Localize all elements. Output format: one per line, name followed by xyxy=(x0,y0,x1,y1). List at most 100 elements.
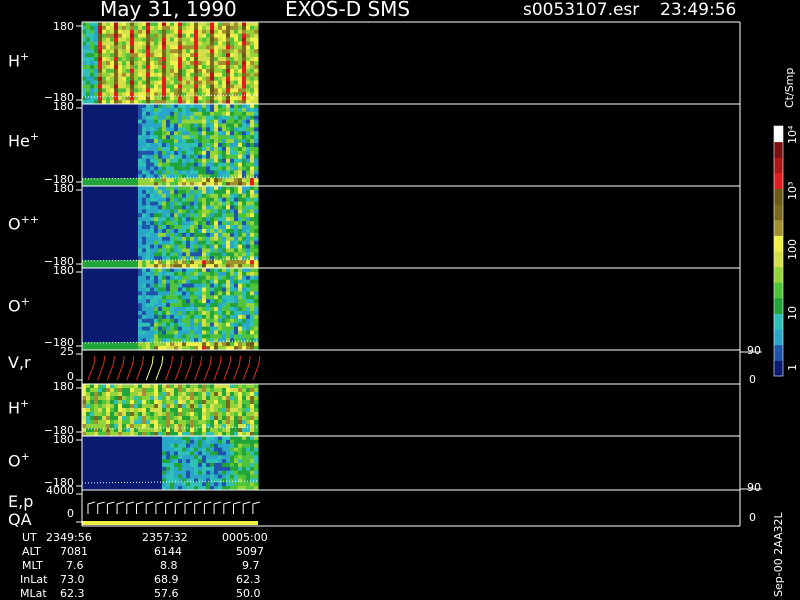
spectrogram-cell-5 xyxy=(98,384,103,389)
spectrogram-cell-6 xyxy=(254,482,259,487)
spectrogram-cell-2 xyxy=(234,193,239,199)
spectrogram-cell-0 xyxy=(222,88,227,93)
spectrogram-cell-0 xyxy=(186,88,191,93)
spectrogram-cell-1 xyxy=(146,115,151,121)
spectrogram-cell-3 xyxy=(86,299,91,304)
spectrogram-cell-5 xyxy=(234,424,239,429)
spectrogram-cell-0 xyxy=(122,37,127,42)
spectrogram-cell-6 xyxy=(230,443,235,449)
spectrogram-cell-1 xyxy=(118,119,123,124)
spectrogram-cell-1 xyxy=(254,131,259,136)
spectrogram-cell-2 xyxy=(150,252,155,257)
spectrogram-cell-1 xyxy=(134,170,139,175)
spectrogram-cell-2 xyxy=(150,229,155,234)
spectrogram-cell-0 xyxy=(126,49,131,54)
spectrogram-cell-2 xyxy=(94,225,99,230)
spectrogram-cell-6 xyxy=(238,470,243,476)
spectrogram-cell-5 xyxy=(114,424,119,429)
spectrogram-cell-3 xyxy=(90,299,95,304)
spectrogram-cell-5 xyxy=(98,404,103,409)
spectrogram-cell-3 xyxy=(106,326,111,331)
spectrogram-cell-6 xyxy=(194,447,199,452)
spectrogram-cell-0 xyxy=(118,72,123,78)
spectrogram-cell-6 xyxy=(194,455,199,460)
spectrogram-cell-6 xyxy=(222,478,227,483)
spectrogram-cell-1 xyxy=(94,158,99,164)
spectrogram-cell-3 xyxy=(154,318,159,324)
spectrogram-cell-0 xyxy=(238,45,243,50)
spectrogram-cell-3 xyxy=(94,283,99,288)
spectrogram-cell-1 xyxy=(254,127,259,132)
spectrogram-cell-5 xyxy=(126,420,131,425)
spectrogram-cell-2 xyxy=(106,186,111,191)
spectrogram-cell-2 xyxy=(154,186,159,191)
spectrogram-cell-6 xyxy=(230,455,235,460)
spectrogram-cell-1 xyxy=(166,135,171,140)
spectrogram-cell-2 xyxy=(162,205,167,210)
spectrogram-cell-2 xyxy=(178,244,183,249)
spectrogram-cell-3 xyxy=(122,299,127,304)
spectrogram-cell-0 xyxy=(126,25,131,31)
spectrogram-cell-1 xyxy=(138,119,143,124)
spectrogram-cell-1 xyxy=(86,162,91,167)
spectrogram-cell-0 xyxy=(202,41,207,46)
spectrogram-cell-1 xyxy=(98,119,103,124)
spectrogram-cell-3 xyxy=(134,295,139,300)
spectrogram-cell-6 xyxy=(218,463,223,468)
spectrogram-cell-6 xyxy=(190,451,195,456)
spectrogram-cell-2 xyxy=(106,205,111,210)
spectrogram-cell-2 xyxy=(174,252,179,257)
spectrogram-cell-6 xyxy=(150,439,155,445)
spectrogram-cell-3 xyxy=(118,303,123,308)
spectrogram-cell-0 xyxy=(230,61,235,66)
spectrogram-cell-5 xyxy=(158,408,163,413)
colorbar-swatch-11 xyxy=(774,188,783,205)
spectrogram-cell-3 xyxy=(234,275,239,281)
spectrogram-cell-1 xyxy=(222,115,227,121)
vr-trace-17 xyxy=(252,355,261,381)
spectrogram-cell-0 xyxy=(238,76,243,82)
spectrogram-cell-2 xyxy=(102,260,107,265)
spectrogram-cell-3 xyxy=(190,287,195,292)
spectrogram-cell-1 xyxy=(130,107,135,113)
spectrogram-cell-0 xyxy=(194,76,199,82)
spectrogram-cell-5 xyxy=(118,420,123,425)
spectrogram-cell-2 xyxy=(118,197,123,203)
spectrogram-cell-1 xyxy=(170,111,175,117)
spectrogram-cell-2 xyxy=(250,221,255,226)
spectrogram-cell-3 xyxy=(254,299,259,304)
spectrogram-cell-3 xyxy=(198,279,203,285)
spectrogram-cell-5 xyxy=(146,396,151,401)
spectrogram-cell-1 xyxy=(166,166,171,171)
spectrogram-cell-1 xyxy=(222,143,227,148)
spectrogram-cell-3 xyxy=(130,299,135,304)
spectrogram-cell-3 xyxy=(174,330,179,335)
spectrogram-cell-6 xyxy=(158,455,163,460)
spectrogram-cell-2 xyxy=(146,186,151,191)
spectrogram-cell-5 xyxy=(210,412,215,417)
spectrogram-cell-3 xyxy=(82,307,87,312)
spectrogram-cell-3 xyxy=(106,314,111,320)
spectrogram-cell-0 xyxy=(170,61,175,66)
spectrogram-cell-3 xyxy=(142,279,147,285)
spectrogram-cell-5 xyxy=(82,412,87,417)
spectrogram-cell-3 xyxy=(190,311,195,316)
spectrogram-cell-1 xyxy=(218,174,223,179)
spectrogram-cell-1 xyxy=(218,143,223,148)
spectrogram-cell-5 xyxy=(106,392,111,397)
spectrogram-cell-3 xyxy=(138,295,143,300)
spectrogram-cell-6 xyxy=(206,474,211,479)
spectrogram-cell-3 xyxy=(138,287,143,292)
panel-label-o-plusplus: O++ xyxy=(8,213,40,234)
spectrogram-cell-3 xyxy=(178,295,183,300)
spectrogram-cell-0 xyxy=(190,53,195,58)
spectrogram-cell-1 xyxy=(106,166,111,171)
spectrogram-cell-2 xyxy=(238,236,243,242)
spectrogram-cell-0 xyxy=(86,25,91,31)
spectrogram-cell-6 xyxy=(202,470,207,476)
spectrogram-cell-6 xyxy=(198,474,203,479)
spectrogram-cell-5 xyxy=(222,420,227,425)
spectrogram-cell-5 xyxy=(82,388,87,393)
spectrogram-cell-1 xyxy=(86,107,91,113)
spectrogram-cell-1 xyxy=(242,170,247,175)
